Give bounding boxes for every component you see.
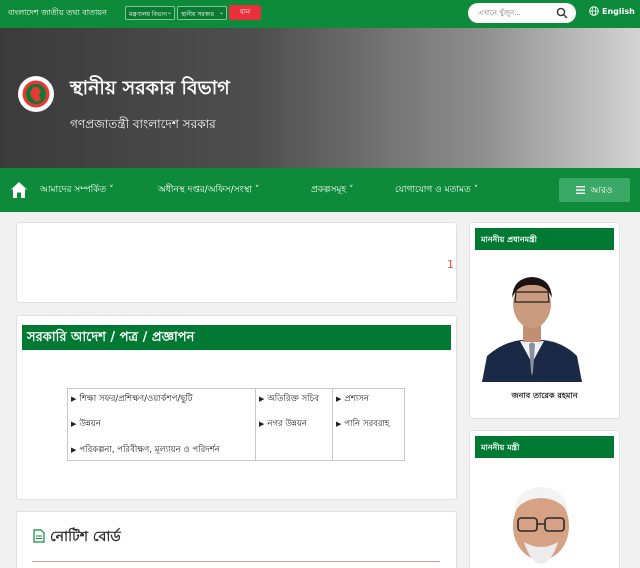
category-link[interactable]: ▶ শিক্ষা সফর/প্রশিক্ষণ/ওয়ার্কশপ/ছুটি — [71, 392, 193, 406]
more-label: আরও — [590, 185, 613, 196]
search-icon[interactable] — [556, 7, 568, 19]
search-box — [468, 3, 576, 23]
minister-photo[interactable] — [504, 484, 578, 568]
triangle-right-icon: ▶ — [259, 395, 265, 403]
category-link[interactable]: ▶ নগর উন্নয়ন — [259, 417, 307, 431]
pm-heading: মাননীয় প্রধানমন্ত্রী — [475, 228, 614, 250]
nav-item-about[interactable]: আমাদের সম্পর্কিত ˅ — [40, 182, 114, 197]
office-select[interactable]: স্থানীয় সরকার ⌄ — [177, 6, 227, 20]
triangle-right-icon: ▶ — [71, 446, 77, 454]
site-banner: স্থানীয় সরকার বিভাগ গণপ্রজাতন্ত্রী বাংল… — [0, 28, 640, 168]
nav-item-contact[interactable]: যোগাযোগ ও মতামত ˅ — [395, 182, 478, 197]
image-slider — [16, 222, 457, 303]
nav-item-offices[interactable]: অধীনস্থ দপ্তর/অফিস/সংস্থা ˅ — [158, 182, 259, 197]
nav-item-projects[interactable]: প্রকল্পসমূহ ˅ — [311, 182, 353, 197]
category-link[interactable]: ▶ পরিকল্পনা, পরিবীক্ষণ, মূল্যায়ন ও পরিদর… — [71, 443, 220, 457]
government-emblem[interactable] — [18, 76, 54, 112]
slider-counter[interactable]: 1 — [447, 258, 454, 271]
menu-icon — [576, 186, 586, 194]
orders-category-table: ▶ শিক্ষা সফর/প্রশিক্ষণ/ওয়ার্কশপ/ছুটি ▶ উন… — [67, 388, 405, 461]
minister-heading: মাননীয় মন্ত্রী — [475, 436, 614, 458]
triangle-right-icon: ▶ — [259, 420, 265, 428]
notice-divider — [32, 561, 440, 562]
more-menu-button[interactable]: আরও — [559, 178, 630, 202]
notice-board-title: নোটিশ বোর্ড — [50, 529, 121, 545]
main-navigation: আমাদের সম্পর্কিত ˅ অধীনস্থ দপ্তর/অফিস/সং… — [0, 168, 640, 212]
pm-photo[interactable] — [479, 262, 585, 382]
globe-icon — [589, 6, 599, 16]
office-type-value: মন্ত্রণালয় বিভাগ — [129, 11, 167, 18]
category-link[interactable]: ▶ পানি সরবরাহ — [336, 417, 389, 431]
language-label: English — [602, 6, 635, 16]
chevron-down-icon: ⌄ — [166, 9, 172, 16]
triangle-right-icon: ▶ — [336, 395, 342, 403]
triangle-right-icon: ▶ — [336, 420, 342, 428]
home-icon[interactable] — [10, 181, 28, 199]
language-toggle[interactable]: English — [589, 6, 635, 16]
category-link[interactable]: ▶ উন্নয়ন — [71, 417, 101, 431]
office-value: স্থানীয় সরকার — [181, 11, 214, 18]
portal-name-link[interactable]: বাংলাদেশ জাতীয় তথ্য বাতায়ন — [8, 7, 107, 20]
chevron-down-icon: ⌄ — [218, 9, 224, 16]
triangle-right-icon: ▶ — [71, 395, 77, 403]
pm-name[interactable]: জনাব তারেক রহমান — [469, 390, 620, 403]
document-icon — [33, 529, 45, 543]
go-button[interactable]: যান — [229, 5, 261, 20]
orders-title: সরকারি আদেশ / পত্র / প্রজ্ঞাপন — [22, 325, 451, 350]
site-title[interactable]: স্থানীয় সরকার বিভাগ — [70, 74, 230, 106]
category-link[interactable]: ▶ অতিরিক্ত সচিব — [259, 392, 319, 406]
site-subtitle: গণপ্রজাতন্ত্রী বাংলাদেশ সরকার — [70, 117, 216, 131]
category-link[interactable]: ▶ প্রশাসন — [336, 392, 369, 406]
search-input[interactable] — [478, 6, 558, 20]
top-bar: বাংলাদেশ জাতীয় তথ্য বাতায়ন মন্ত্রণালয়… — [0, 0, 640, 28]
triangle-right-icon: ▶ — [71, 420, 77, 428]
office-type-select[interactable]: মন্ত্রণালয় বিভাগ ⌄ — [125, 6, 175, 20]
